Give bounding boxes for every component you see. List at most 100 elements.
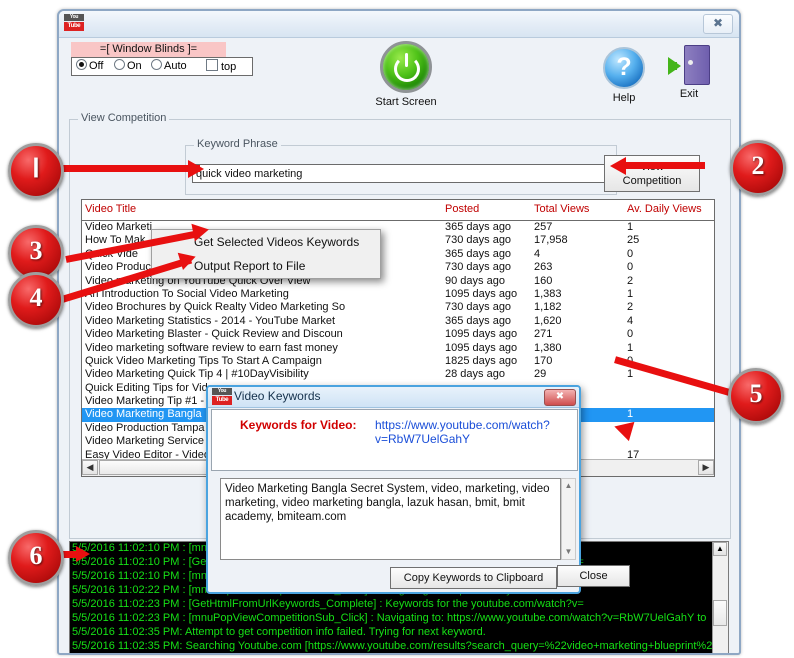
log-scroll-up-arrow-icon[interactable]: ▲ [713,542,727,556]
cell-daily-views: 4 [627,314,634,327]
blinds-radio-auto[interactable]: Auto [151,59,187,72]
app-window: You Tube ✖ =[ Window Blinds ]= Off On Aut… [57,9,741,655]
question-mark-icon: ? [603,47,645,89]
cell-video-title: Easy Video Editor - Video [85,448,210,459]
cell-video-title: Quick Video Marketing Tips To Start A Ca… [85,354,322,367]
cell-posted: 730 days ago [445,261,512,274]
log-line[interactable]: 5/5/2016 11:02:35 PM: Searching Youtube.… [70,640,718,653]
table-row[interactable]: Video Marketing Quick Tip 4 | #10DayVisi… [82,368,714,381]
cell-daily-views: 17 [627,448,640,459]
blinds-option-label-on: On [127,60,142,72]
copy-keywords-button[interactable]: Copy Keywords to Clipboard [390,567,557,589]
cell-posted: 1825 days ago [445,354,518,367]
keyword-input[interactable] [192,164,608,183]
view-competition-button-line2: Competition [622,175,682,187]
help-label: Help [612,92,636,104]
cell-total-views: 160 [534,274,553,287]
title-bar: You Tube ✖ [59,11,739,38]
dialog-title-bar: You Tube Video Keywords ✖ [208,387,579,408]
log-line[interactable]: 5/5/2016 11:02:36 PM : [GetHtmlFromUrlCh… [70,654,712,655]
keywords-scroll-down-arrow-icon[interactable]: ▼ [562,546,575,558]
view-competition-group-label: View Competition [78,112,170,124]
log-scroll-thumb[interactable] [713,600,727,626]
dialog-url-panel: Keywords for Video: https://www.youtube.… [211,409,578,471]
callout-1: Ⅰ [8,143,64,199]
cell-posted: 730 days ago [445,234,512,247]
cell-video-title: Video Marketing Tip #1 - [85,395,205,408]
cell-daily-views: 0 [627,328,634,341]
cell-total-views: 1,380 [534,341,562,354]
log-line[interactable]: 5/5/2016 11:02:35 PM: Attempt to get com… [70,626,712,640]
start-screen-label: Start Screen [375,96,437,108]
cell-posted: 730 days ago [445,301,512,314]
cell-daily-views: 2 [627,274,634,287]
table-row[interactable]: Video Marketing Statistics - 2014 - YouT… [82,315,714,328]
cell-video-title: Video Marketing Quick Tip 4 | #10DayVisi… [85,368,309,381]
cell-posted: 365 days ago [445,221,512,233]
blinds-top-label: top [221,61,237,73]
dialog-youtube-icon: You Tube [212,388,232,406]
scroll-right-arrow-icon[interactable]: ▶ [698,460,714,475]
column-header-video-title[interactable]: Video Title [85,203,136,215]
column-header-daily-views[interactable]: Av. Daily Views [627,203,702,215]
table-row[interactable]: Video Brochures by Quick Realty Video Ma… [82,301,714,314]
callout-5: 5 [728,368,784,424]
callout-2: 2 [730,140,786,196]
dialog-close-icon[interactable]: ✖ [544,389,576,406]
keywords-scroll-up-arrow-icon[interactable]: ▲ [562,480,575,492]
cell-total-views: 271 [534,328,553,341]
callout-arrowhead-3 [191,220,211,242]
blinds-option-label-auto: Auto [164,60,187,72]
exit-door-icon [668,45,710,85]
cell-video-title: Video Marketing Bangla [85,408,202,421]
cell-video-title: An Introduction To Social Video Marketin… [85,287,289,300]
radio-icon-on [114,59,125,70]
window-blinds-title: =[ Window Blinds ]= [71,42,226,57]
cell-video-title: Video Marketing Blaster - Quick Review a… [85,328,343,341]
cell-total-views: 17,958 [534,234,568,247]
exit-label: Exit [679,88,699,100]
cell-posted: 28 days ago [445,368,505,381]
cell-daily-views: 0 [627,247,634,260]
column-header-posted[interactable]: Posted [445,203,479,215]
cell-daily-views: 1 [627,221,634,233]
table-row[interactable]: Video marketing software review to earn … [82,342,714,355]
callout-arrow-2 [625,162,705,169]
table-row[interactable]: An Introduction To Social Video Marketin… [82,288,714,301]
table-row[interactable]: Video Marketing Blaster - Quick Review a… [82,328,714,341]
keywords-for-video-label: Keywords for Video: [240,418,357,432]
log-line[interactable]: 5/5/2016 11:02:23 PM : [GetHtmlFromUrlKe… [70,598,712,612]
exit-button[interactable]: Exit [659,43,719,100]
blinds-radio-off[interactable]: Off [76,59,103,72]
cell-daily-views: 1 [627,408,634,421]
cell-daily-views: 0 [627,261,634,274]
radio-icon-off [76,59,87,70]
keywords-textarea[interactable]: Video Marketing Bangla Secret System, vi… [220,478,561,560]
blinds-top-checkbox[interactable]: top [206,59,236,73]
cell-posted: 1095 days ago [445,328,518,341]
callout-4: 4 [8,272,64,328]
scroll-left-arrow-icon[interactable]: ◀ [82,460,98,475]
cell-total-views: 263 [534,261,553,274]
cell-video-title: Video Marketi [85,221,153,233]
dialog-close-button[interactable]: Close [557,565,630,587]
callout-arrowhead-1 [188,160,204,178]
video-url-link[interactable]: https://www.youtube.com/watch?v=RbW7UelG… [375,418,577,446]
cell-daily-views: 1 [627,287,634,300]
keywords-textarea-scrollbar[interactable]: ▲ ▼ [561,478,576,560]
checkbox-icon-top [206,59,218,71]
log-scrollbar[interactable]: ▲ ▼ [712,542,728,655]
log-line[interactable]: 5/5/2016 11:02:23 PM : [mnuPopViewCompet… [70,612,712,626]
help-button[interactable]: ? Help [594,43,654,104]
cell-daily-views: 1 [627,368,634,381]
blinds-radio-on[interactable]: On [114,59,142,72]
cell-video-title: Video Marketing Service [85,435,205,448]
start-screen-button[interactable]: Start Screen [356,41,456,108]
cell-posted: 1095 days ago [445,287,518,300]
cell-posted: 90 days ago [445,274,505,287]
log-scroll-down-arrow-icon[interactable]: ▼ [713,654,727,655]
close-icon[interactable]: ✖ [703,14,733,34]
cell-posted: 365 days ago [445,247,512,260]
youtube-icon: You Tube [64,14,84,32]
column-header-total-views[interactable]: Total Views [534,203,589,215]
